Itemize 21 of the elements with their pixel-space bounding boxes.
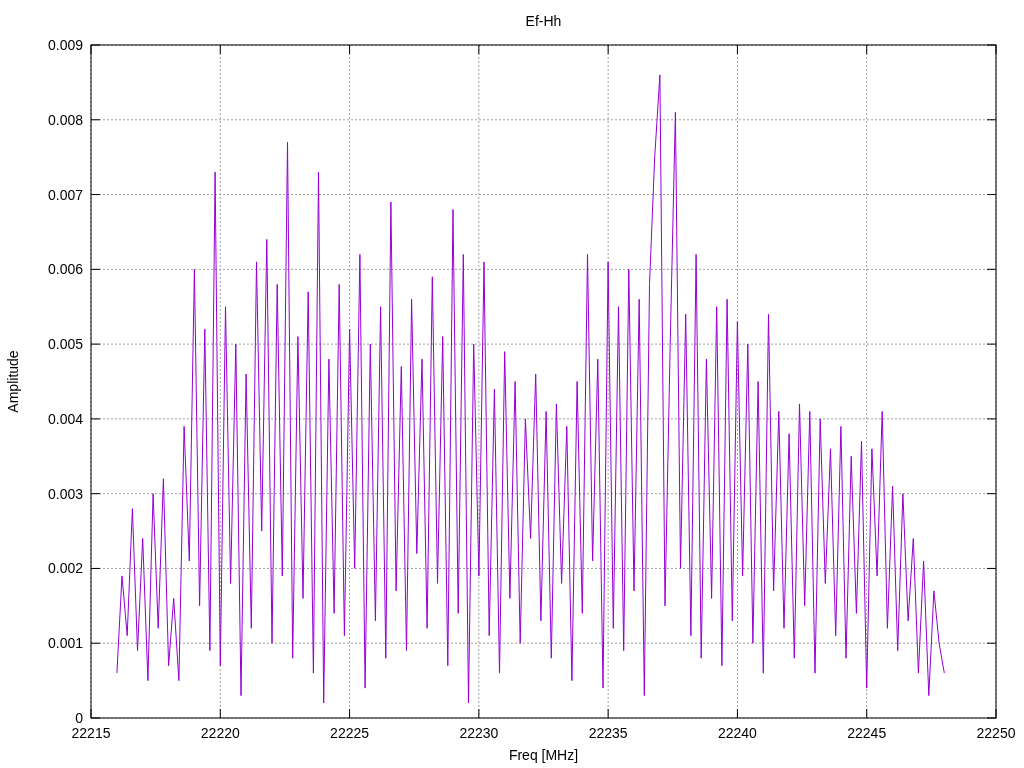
y-tick-label: 0.002 bbox=[47, 560, 83, 577]
chart-title: Ef-Hh bbox=[525, 13, 562, 29]
y-tick-label: 0.007 bbox=[47, 186, 83, 203]
x-tick-label: 22250 bbox=[976, 725, 1016, 741]
x-tick-label: 22235 bbox=[588, 725, 628, 741]
x-tick-label: 22225 bbox=[330, 725, 370, 741]
x-tick-label: 22245 bbox=[847, 725, 887, 741]
x-tick-label: 22215 bbox=[71, 725, 111, 741]
y-tick-label: 0.005 bbox=[47, 336, 83, 353]
x-tick-label: 22240 bbox=[717, 725, 757, 741]
y-tick-label: 0.006 bbox=[47, 261, 83, 278]
x-axis-title: Freq [MHz] bbox=[508, 747, 579, 763]
y-tick-label: 0 bbox=[75, 710, 83, 726]
y-tick-label: 0.003 bbox=[47, 485, 83, 502]
x-tick-label: 22220 bbox=[200, 725, 240, 741]
y-axis-title: Amplitude bbox=[5, 350, 21, 413]
y-tick-label: 0.004 bbox=[47, 410, 83, 427]
y-tick-label: 0.001 bbox=[47, 635, 83, 652]
x-tick-label: 22230 bbox=[459, 725, 499, 741]
y-tick-label: 0.008 bbox=[47, 111, 83, 128]
y-tick-label: 0.009 bbox=[47, 37, 83, 53]
